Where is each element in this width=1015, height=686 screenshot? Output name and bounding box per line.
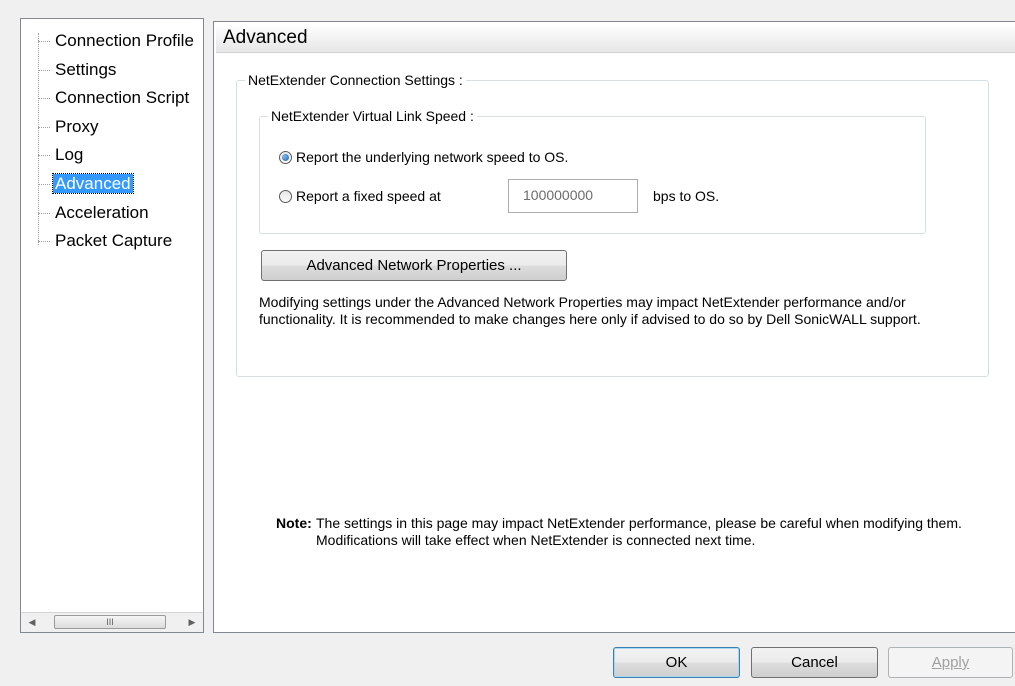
tree-item-label: Acceleration [55, 202, 149, 222]
link-speed-group: NetExtender Virtual Link Speed : [259, 108, 926, 234]
tree-item-label: Connection Script [55, 88, 190, 108]
radio-checked-icon[interactable] [279, 150, 292, 164]
page-title: Advanced [216, 24, 1015, 53]
fixed-speed-input[interactable]: 100000000 [508, 179, 638, 213]
tree-item-log[interactable]: Log [21, 141, 203, 170]
tree-item-connection-script[interactable]: Connection Script [21, 84, 203, 113]
radio-unchecked-icon[interactable] [279, 189, 292, 203]
radio-report-fixed[interactable]: Report a fixed speed at [279, 188, 441, 204]
apply-button-label: Apply [931, 654, 970, 671]
radio-report-underlying[interactable]: Report the underlying network speed to O… [279, 149, 568, 165]
tree-item-proxy[interactable]: Proxy [21, 113, 203, 142]
advanced-properties-description: Modifying settings under the Advanced Ne… [259, 294, 921, 327]
tree-item-label: Proxy [55, 116, 99, 136]
note-text: The settings in this page may impact Net… [316, 515, 962, 548]
advanced-network-properties-button[interactable]: Advanced Network Properties ... [261, 250, 567, 281]
tree-item-label: Packet Capture [55, 231, 173, 251]
scroll-left-arrow-icon[interactable]: ◀ [23, 613, 41, 632]
fixed-speed-unit-label: bps to OS. [653, 188, 720, 204]
radio-report-underlying-label: Report the underlying network speed to O… [296, 149, 569, 165]
apply-button[interactable]: Apply [888, 647, 1013, 678]
tree-item-label: Connection Profile [55, 31, 194, 50]
link-speed-legend: NetExtender Virtual Link Speed : [271, 108, 474, 124]
tree-item-label: Settings [55, 59, 117, 79]
ok-button[interactable]: OK [613, 647, 740, 678]
radio-report-fixed-label: Report a fixed speed at [296, 188, 441, 204]
cancel-button[interactable]: Cancel [751, 647, 878, 678]
tree-item-label: Log [55, 145, 84, 165]
tree-item-advanced[interactable]: Advanced [21, 170, 203, 199]
settings-tree: Connection Profile Settings Connection S… [20, 18, 204, 633]
tree-item-acceleration[interactable]: Acceleration [21, 199, 203, 228]
scroll-right-arrow-icon[interactable]: ▶ [183, 613, 201, 632]
tree-horizontal-scrollbar[interactable]: ◀ III ▶ [21, 612, 203, 632]
tree-item-settings[interactable]: Settings [21, 56, 203, 85]
tree-item-connection-profile[interactable]: Connection Profile [21, 27, 203, 56]
advanced-settings-panel: Advanced NetExtender Connection Settings… [213, 21, 1015, 633]
note-label: Note: [276, 515, 312, 531]
connection-settings-legend: NetExtender Connection Settings : [248, 72, 463, 88]
tree-item-packet-capture[interactable]: Packet Capture [21, 227, 203, 256]
tree-item-label: Advanced [52, 172, 134, 194]
scrollbar-thumb[interactable]: III [54, 615, 166, 629]
tree-list: Connection Profile Settings Connection S… [21, 27, 203, 256]
